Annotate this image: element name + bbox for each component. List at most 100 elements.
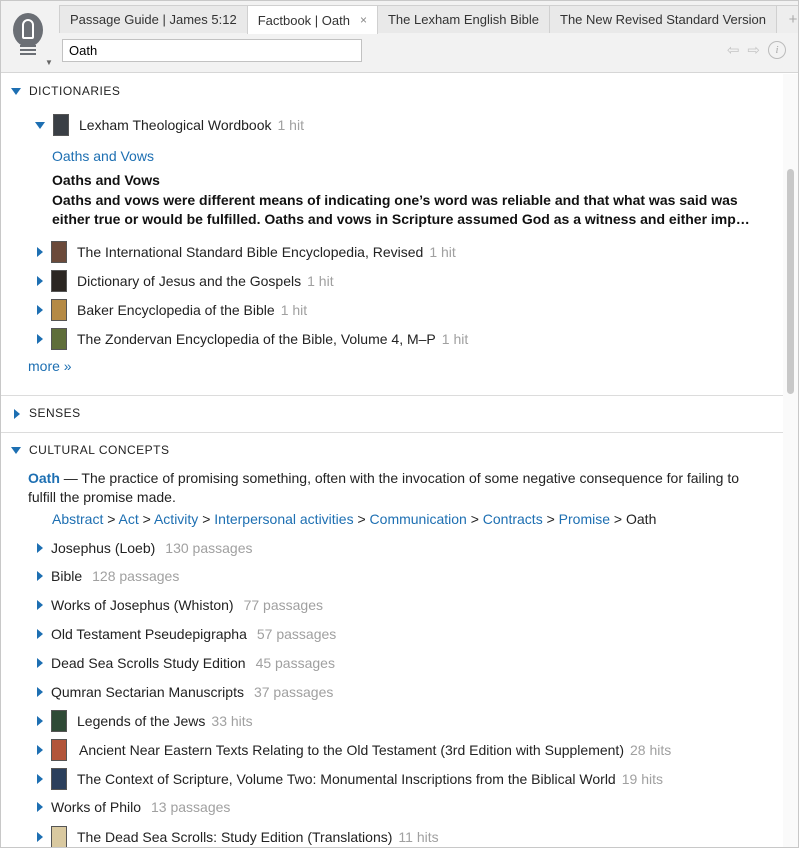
bulb-filament-icon bbox=[22, 19, 34, 39]
section-senses[interactable]: SENSES bbox=[11, 406, 81, 420]
app-menu-button[interactable]: ▼ bbox=[1, 1, 59, 69]
book-cover-icon bbox=[51, 739, 67, 761]
resource-title: Old Testament Pseudepigrapha bbox=[51, 626, 247, 642]
factbook-content: DICTIONARIES Lexham Theological Wordbook… bbox=[1, 74, 783, 847]
tab-label: The Lexham English Bible bbox=[387, 12, 540, 27]
concept-resource-row[interactable]: Josephus (Loeb) 130 passages bbox=[37, 540, 252, 556]
search-input[interactable] bbox=[62, 39, 362, 62]
concept-resource-row[interactable]: Legends of the Jews 33 hits bbox=[37, 710, 253, 732]
header-bar: ▼ Passage Guide | James 5:12 Factbook | … bbox=[1, 1, 798, 73]
concept-term[interactable]: Oath bbox=[28, 470, 60, 486]
breadcrumb-separator: > bbox=[542, 511, 559, 527]
resource-title: The Context of Scripture, Volume Two: Mo… bbox=[77, 771, 616, 787]
more-link[interactable]: more » bbox=[28, 358, 72, 374]
collapse-triangle-icon bbox=[37, 832, 43, 842]
collapse-triangle-icon bbox=[37, 247, 43, 257]
collapse-triangle-icon bbox=[37, 658, 43, 668]
resource-row[interactable]: Dictionary of Jesus and the Gospels 1 hi… bbox=[37, 270, 334, 292]
resource-title: The Zondervan Encyclopedia of the Bible,… bbox=[77, 331, 436, 347]
resource-title: Legends of the Jews bbox=[77, 713, 206, 729]
info-icon[interactable]: i bbox=[768, 41, 786, 59]
breadcrumb-item[interactable]: Interpersonal activities bbox=[214, 511, 353, 527]
breadcrumb-item[interactable]: Contracts bbox=[483, 511, 543, 527]
vertical-scrollbar[interactable] bbox=[783, 74, 798, 847]
book-cover-icon bbox=[51, 299, 67, 321]
hit-count: 1 hit bbox=[277, 117, 304, 133]
concept-resource-row[interactable]: Ancient Near Eastern Texts Relating to t… bbox=[37, 739, 671, 761]
tab-factbook[interactable]: Factbook | Oath × bbox=[246, 5, 378, 34]
bulb-base-icon bbox=[20, 45, 36, 57]
resource-row[interactable]: Baker Encyclopedia of the Bible 1 hit bbox=[37, 299, 307, 321]
resource-row-expanded[interactable]: Lexham Theological Wordbook 1 hit bbox=[35, 114, 304, 136]
breadcrumb-separator: > bbox=[353, 511, 370, 527]
collapse-triangle-icon bbox=[37, 600, 43, 610]
resource-title: Works of Josephus (Whiston) bbox=[51, 597, 234, 613]
close-icon[interactable]: × bbox=[360, 13, 367, 27]
caret-down-icon: ▼ bbox=[45, 58, 53, 67]
concept-resource-row[interactable]: Bible 128 passages bbox=[37, 568, 179, 584]
factbook-window: ▼ Passage Guide | James 5:12 Factbook | … bbox=[0, 0, 799, 848]
book-cover-icon bbox=[51, 710, 67, 732]
concept-resource-row[interactable]: The Context of Scripture, Volume Two: Mo… bbox=[37, 768, 663, 790]
resource-row[interactable]: The International Standard Bible Encyclo… bbox=[37, 241, 456, 263]
resource-title: Bible bbox=[51, 568, 83, 584]
tab-label: Passage Guide | James 5:12 bbox=[70, 12, 237, 27]
tab-lexham-english-bible[interactable]: The Lexham English Bible bbox=[376, 5, 551, 33]
breadcrumb: Abstract > Act > Activity > Interpersona… bbox=[52, 511, 656, 527]
resource-title: Dead Sea Scrolls Study Edition bbox=[51, 655, 246, 671]
breadcrumb-separator: > bbox=[198, 511, 215, 527]
section-cultural-concepts[interactable]: CULTURAL CONCEPTS bbox=[11, 443, 170, 457]
concept-resource-row[interactable]: The Dead Sea Scrolls: Study Edition (Tra… bbox=[37, 826, 439, 847]
resource-title: Baker Encyclopedia of the Bible bbox=[77, 302, 275, 318]
hit-count: 1 hit bbox=[441, 331, 469, 347]
back-arrow-icon[interactable]: ⇦ bbox=[727, 41, 740, 59]
section-title: SENSES bbox=[29, 406, 81, 420]
breadcrumb-item[interactable]: Promise bbox=[559, 511, 610, 527]
collapse-triangle-icon bbox=[37, 543, 43, 553]
article-link[interactable]: Oaths and Vows bbox=[52, 148, 154, 164]
breadcrumb-item[interactable]: Abstract bbox=[52, 511, 103, 527]
expand-triangle-icon bbox=[11, 447, 21, 455]
passage-count: 13 passages bbox=[151, 799, 231, 815]
book-cover-icon bbox=[51, 270, 67, 292]
concept-definition-text: — The practice of promising something, o… bbox=[28, 470, 740, 505]
collapse-triangle-icon bbox=[37, 716, 43, 726]
hit-count: 11 hits bbox=[398, 829, 439, 845]
section-divider bbox=[1, 395, 783, 396]
breadcrumb-item[interactable]: Communication bbox=[370, 511, 467, 527]
forward-arrow-icon[interactable]: ⇨ bbox=[747, 41, 760, 59]
tab-passage-guide[interactable]: Passage Guide | James 5:12 bbox=[59, 5, 248, 33]
add-tab-button[interactable]: + bbox=[775, 5, 798, 33]
tab-strip: Passage Guide | James 5:12 Factbook | Oa… bbox=[59, 5, 798, 34]
passage-count: 57 passages bbox=[256, 626, 337, 642]
concept-resource-row[interactable]: Qumran Sectarian Manuscripts 37 passages bbox=[37, 684, 333, 700]
collapse-triangle-icon bbox=[37, 571, 43, 581]
hit-count: 33 hits bbox=[211, 713, 253, 729]
passage-count: 45 passages bbox=[255, 655, 335, 671]
resource-title: The International Standard Bible Encyclo… bbox=[77, 244, 424, 260]
article-heading: Oaths and Vows bbox=[52, 172, 160, 188]
section-dictionaries[interactable]: DICTIONARIES bbox=[11, 84, 120, 98]
breadcrumb-item[interactable]: Activity bbox=[154, 511, 198, 527]
breadcrumb-separator: > bbox=[466, 511, 483, 527]
collapse-triangle-icon bbox=[37, 305, 43, 315]
concept-resource-row[interactable]: Works of Philo 13 passages bbox=[37, 799, 230, 815]
scrollbar-thumb[interactable] bbox=[787, 169, 794, 394]
collapse-triangle-icon bbox=[37, 629, 43, 639]
book-cover-icon bbox=[51, 768, 67, 790]
article-excerpt: Oaths and vows were different means of i… bbox=[52, 192, 750, 227]
tab-nrsv[interactable]: The New Revised Standard Version bbox=[549, 5, 777, 33]
collapse-triangle-icon bbox=[37, 334, 43, 344]
concept-resource-row[interactable]: Old Testament Pseudepigrapha 57 passages bbox=[37, 626, 336, 642]
concept-resource-row[interactable]: Works of Josephus (Whiston) 77 passages bbox=[37, 597, 323, 613]
concept-resource-row[interactable]: Dead Sea Scrolls Study Edition 45 passag… bbox=[37, 655, 335, 671]
collapse-triangle-icon bbox=[37, 745, 43, 755]
resource-title: Lexham Theological Wordbook bbox=[79, 117, 272, 133]
book-cover-icon bbox=[51, 241, 67, 263]
resource-row[interactable]: The Zondervan Encyclopedia of the Bible,… bbox=[37, 328, 468, 350]
breadcrumb-separator: > bbox=[138, 511, 154, 527]
breadcrumb-item[interactable]: Act bbox=[119, 511, 139, 527]
section-title: CULTURAL CONCEPTS bbox=[29, 443, 170, 457]
tab-label: The New Revised Standard Version bbox=[560, 12, 766, 27]
collapse-triangle-icon bbox=[37, 276, 43, 286]
